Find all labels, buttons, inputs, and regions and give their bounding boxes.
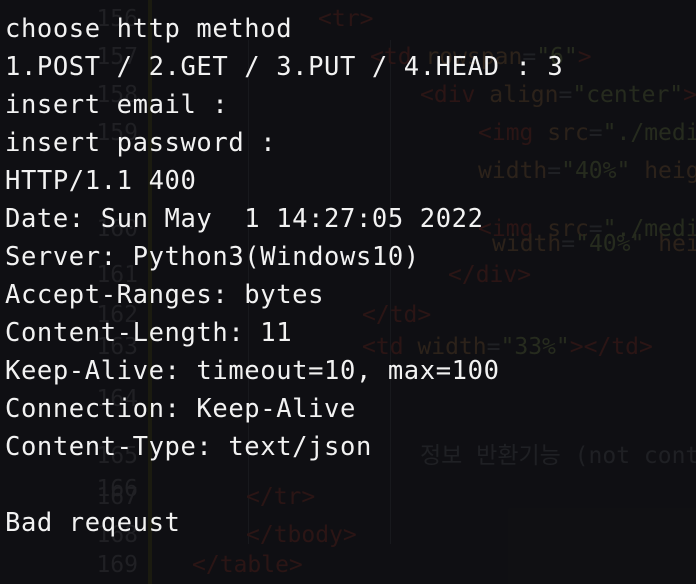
terminal-line: choose http method: [5, 14, 293, 44]
terminal-line: Bad reqeust: [5, 508, 181, 538]
terminal-window[interactable]: choose http method 1.POST / 2.GET / 3.PU…: [0, 0, 696, 584]
terminal-line: 1.POST / 2.GET / 3.PUT / 4.HEAD : 3: [5, 52, 564, 82]
terminal-line: Accept-Ranges: bytes: [5, 280, 325, 310]
terminal-line: Content-Type: text/json: [5, 432, 372, 462]
terminal-line: Connection: Keep-Alive: [5, 394, 356, 424]
terminal-line: Server: Python3(Windows10): [5, 242, 420, 272]
terminal-line: Date: Sun May 1 14:27:05 2022: [5, 204, 484, 234]
terminal-line: HTTP/1.1 400: [5, 166, 197, 196]
terminal-line: insert email :: [5, 90, 229, 120]
terminal-line: insert password :: [5, 128, 277, 158]
terminal-line: Keep-Alive: timeout=10, max=100: [5, 356, 500, 386]
terminal-line: Content-Length: 11: [5, 318, 293, 348]
screen: 156<tr>157<td rowspan="6">158<div align=…: [0, 0, 696, 584]
